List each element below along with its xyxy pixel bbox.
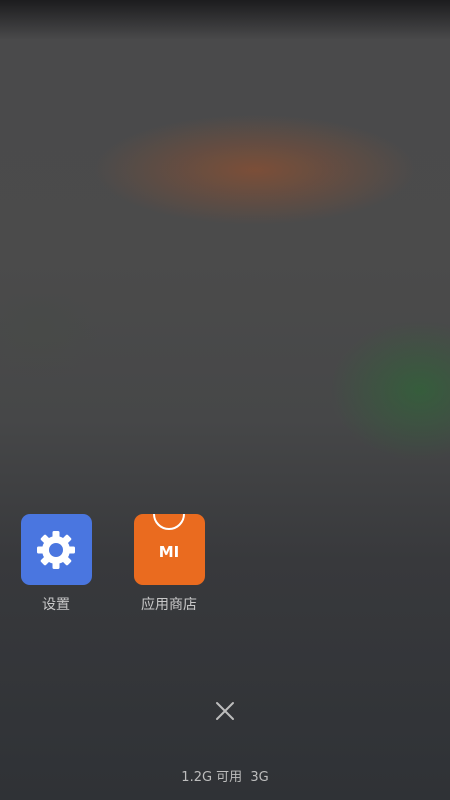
settings-app-label: 设置 [42,597,70,613]
close-icon [216,702,234,720]
shopping-bag-handle-icon [152,514,185,530]
memory-status: 1.2G 可用 3G [0,766,450,785]
mi-logo: MI [158,542,180,561]
memory-total: 3G [250,770,269,785]
settings-app-icon[interactable] [20,514,92,585]
blurred-wallpaper [0,0,450,800]
memory-available: 1.2G 可用 [181,770,243,785]
recent-app-store[interactable]: MI 应用商店 [114,514,224,614]
recent-app-settings[interactable]: 设置 [1,514,111,614]
gear-icon [37,530,75,569]
mi-store-icon[interactable]: MI [133,514,205,585]
store-app-label: 应用商店 [141,597,197,613]
clear-all-button[interactable] [207,693,243,729]
